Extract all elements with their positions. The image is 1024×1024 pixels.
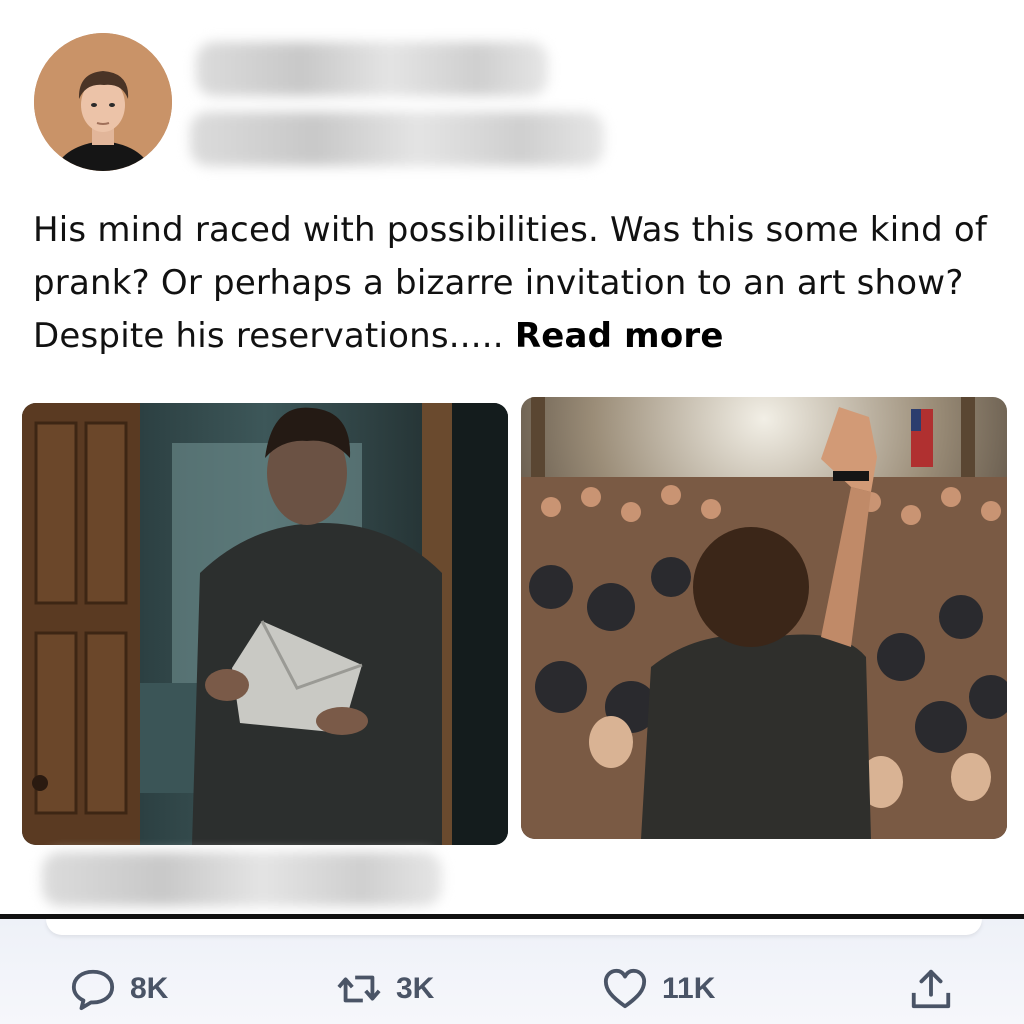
- avatar-image: [34, 33, 172, 171]
- blurred-caption: [42, 852, 442, 906]
- heart-icon: [603, 968, 647, 1009]
- post-body: His mind raced with possibilities. Was t…: [33, 210, 988, 356]
- speech-bubble-icon: [71, 969, 115, 1011]
- read-more-link[interactable]: Read more: [515, 316, 724, 356]
- reply-button[interactable]: 8K: [70, 963, 168, 1015]
- blurred-handle: [190, 112, 604, 166]
- repost-button[interactable]: 3K: [336, 963, 434, 1015]
- blurred-username: [196, 42, 548, 96]
- repost-arrows-icon: [337, 975, 381, 1003]
- crowd-scene-image: [521, 397, 1007, 839]
- repost-count: 3K: [396, 972, 435, 1005]
- like-button[interactable]: 11K: [602, 963, 715, 1015]
- envelope-scene-image: [22, 403, 508, 845]
- share-button[interactable]: [908, 963, 954, 1015]
- post-image-crowd[interactable]: [521, 397, 1007, 839]
- share-upload-icon: [911, 969, 951, 1009]
- post-image-envelope[interactable]: [22, 403, 508, 845]
- avatar[interactable]: [34, 33, 172, 171]
- toolbar-card-edge: [46, 919, 982, 935]
- post-text: His mind raced with possibilities. Was t…: [33, 204, 993, 363]
- reply-count: 8K: [130, 972, 169, 1005]
- like-count: 11K: [662, 972, 716, 1005]
